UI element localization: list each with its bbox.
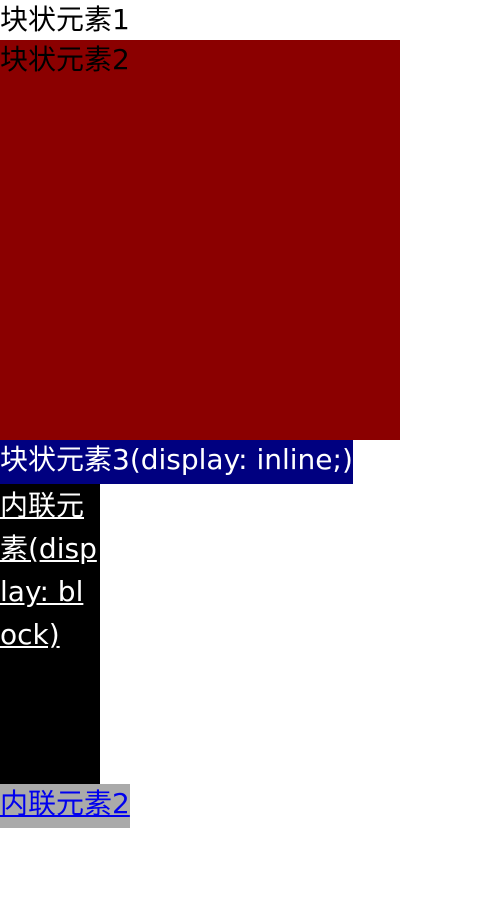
inline-element-1-link[interactable]: 内联元素(display: block) xyxy=(0,484,100,784)
block-element-2: 块状元素2 xyxy=(0,40,400,440)
block-element-3-inline: 块状元素3(display: inline;) xyxy=(0,440,353,484)
block-element-1: 块状元素1 xyxy=(0,3,130,36)
block-element-3-line: 块状元素3(display: inline;) xyxy=(0,440,488,484)
inline-element-2-link[interactable]: 内联元素2 xyxy=(0,784,130,828)
